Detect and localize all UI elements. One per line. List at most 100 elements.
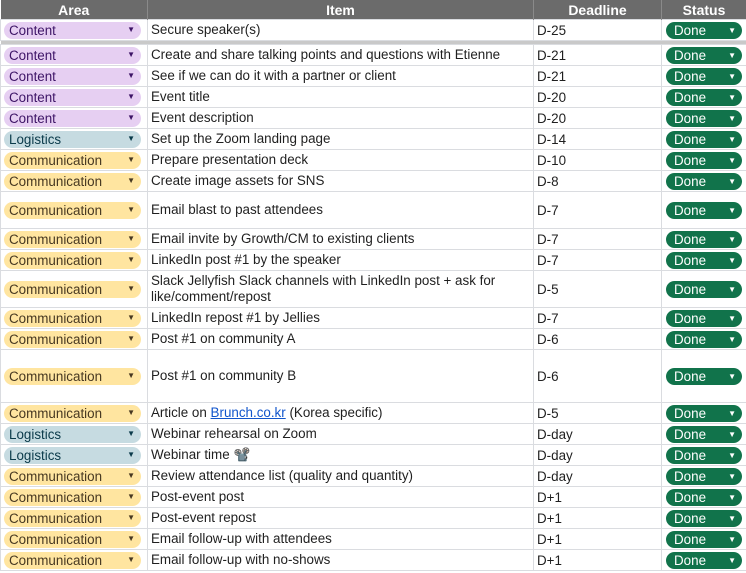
caret-down-icon[interactable]: ▼ xyxy=(728,451,736,460)
area-dropdown-chip[interactable]: Communication ▼ xyxy=(4,172,141,190)
deadline-cell[interactable]: D-10 xyxy=(533,149,662,171)
status-cell[interactable]: Done ▼ xyxy=(661,128,746,150)
caret-down-icon[interactable]: ▼ xyxy=(127,177,135,185)
status-dropdown-chip[interactable]: Done ▼ xyxy=(666,446,742,464)
area-dropdown-chip[interactable]: Communication ▼ xyxy=(4,367,141,385)
deadline-cell[interactable]: D-6 xyxy=(533,349,662,403)
deadline-cell[interactable]: D-7 xyxy=(533,228,662,250)
area-cell[interactable]: Communication ▼ xyxy=(0,328,148,350)
area-dropdown-chip[interactable]: Communication ▼ xyxy=(4,151,141,169)
caret-down-icon[interactable]: ▼ xyxy=(728,72,736,81)
item-cell[interactable]: See if we can do it with a partner or cl… xyxy=(147,65,534,87)
caret-down-icon[interactable]: ▼ xyxy=(127,409,135,417)
caret-down-icon[interactable]: ▼ xyxy=(728,409,736,418)
caret-down-icon[interactable]: ▼ xyxy=(728,114,736,123)
area-dropdown-chip[interactable]: Content ▼ xyxy=(4,109,141,127)
deadline-cell[interactable]: D-day xyxy=(533,423,662,445)
caret-down-icon[interactable]: ▼ xyxy=(127,114,135,122)
area-cell[interactable]: Communication ▼ xyxy=(0,465,148,487)
status-dropdown-chip[interactable]: Done ▼ xyxy=(666,201,742,219)
deadline-cell[interactable]: D-25 xyxy=(533,19,662,41)
area-cell[interactable]: Content ▼ xyxy=(0,65,148,87)
item-cell[interactable]: Email invite by Growth/CM to existing cl… xyxy=(147,228,534,250)
caret-down-icon[interactable]: ▼ xyxy=(127,535,135,543)
area-cell[interactable]: Communication ▼ xyxy=(0,549,148,571)
area-dropdown-chip[interactable]: Communication ▼ xyxy=(4,488,141,506)
area-cell[interactable]: Communication ▼ xyxy=(0,402,148,424)
area-cell[interactable]: Communication ▼ xyxy=(0,149,148,171)
deadline-cell[interactable]: D-5 xyxy=(533,402,662,424)
caret-down-icon[interactable]: ▼ xyxy=(728,235,736,244)
area-cell[interactable]: Logistics ▼ xyxy=(0,128,148,150)
status-dropdown-chip[interactable]: Done ▼ xyxy=(666,280,742,298)
item-cell[interactable]: LinkedIn repost #1 by Jellies xyxy=(147,307,534,329)
area-cell[interactable]: Communication ▼ xyxy=(0,307,148,329)
status-dropdown-chip[interactable]: Done ▼ xyxy=(666,530,742,548)
caret-down-icon[interactable]: ▼ xyxy=(127,472,135,480)
status-dropdown-chip[interactable]: Done ▼ xyxy=(666,151,742,169)
status-cell[interactable]: Done ▼ xyxy=(661,486,746,508)
item-cell[interactable]: Post #1 on community A xyxy=(147,328,534,350)
caret-down-icon[interactable]: ▼ xyxy=(127,493,135,501)
status-cell[interactable]: Done ▼ xyxy=(661,307,746,329)
caret-down-icon[interactable]: ▼ xyxy=(728,51,736,60)
item-cell[interactable]: Article on Brunch.co.kr (Korea specific) xyxy=(147,402,534,424)
area-dropdown-chip[interactable]: Communication ▼ xyxy=(4,309,141,327)
area-cell[interactable]: Communication ▼ xyxy=(0,191,148,229)
header-area[interactable]: Area xyxy=(0,0,148,20)
caret-down-icon[interactable]: ▼ xyxy=(728,472,736,481)
status-dropdown-chip[interactable]: Done ▼ xyxy=(666,367,742,385)
caret-down-icon[interactable]: ▼ xyxy=(728,556,736,565)
caret-down-icon[interactable]: ▼ xyxy=(127,556,135,564)
area-dropdown-chip[interactable]: Communication ▼ xyxy=(4,251,141,269)
deadline-cell[interactable]: D-5 xyxy=(533,270,662,308)
status-dropdown-chip[interactable]: Done ▼ xyxy=(666,230,742,248)
status-dropdown-chip[interactable]: Done ▼ xyxy=(666,130,742,148)
header-deadline[interactable]: Deadline xyxy=(533,0,662,20)
status-dropdown-chip[interactable]: Done ▼ xyxy=(666,404,742,422)
status-cell[interactable]: Done ▼ xyxy=(661,228,746,250)
item-cell[interactable]: LinkedIn post #1 by the speaker xyxy=(147,249,534,271)
status-cell[interactable]: Done ▼ xyxy=(661,191,746,229)
status-cell[interactable]: Done ▼ xyxy=(661,465,746,487)
area-cell[interactable]: Communication ▼ xyxy=(0,528,148,550)
item-cell[interactable]: Slack Jellyfish Slack channels with Link… xyxy=(147,270,534,308)
status-cell[interactable]: Done ▼ xyxy=(661,349,746,403)
deadline-cell[interactable]: D-21 xyxy=(533,65,662,87)
status-cell[interactable]: Done ▼ xyxy=(661,528,746,550)
status-dropdown-chip[interactable]: Done ▼ xyxy=(666,551,742,569)
item-cell[interactable]: Email blast to past attendees xyxy=(147,191,534,229)
item-cell[interactable]: Webinar rehearsal on Zoom xyxy=(147,423,534,445)
status-cell[interactable]: Done ▼ xyxy=(661,65,746,87)
caret-down-icon[interactable]: ▼ xyxy=(127,26,135,34)
deadline-cell[interactable]: D+1 xyxy=(533,507,662,529)
status-dropdown-chip[interactable]: Done ▼ xyxy=(666,109,742,127)
area-dropdown-chip[interactable]: Logistics ▼ xyxy=(4,130,141,148)
area-cell[interactable]: Content ▼ xyxy=(0,107,148,129)
item-cell[interactable]: Post-event repost xyxy=(147,507,534,529)
area-dropdown-chip[interactable]: Logistics ▼ xyxy=(4,425,141,443)
caret-down-icon[interactable]: ▼ xyxy=(127,72,135,80)
caret-down-icon[interactable]: ▼ xyxy=(728,372,736,381)
status-dropdown-chip[interactable]: Done ▼ xyxy=(666,21,742,39)
status-dropdown-chip[interactable]: Done ▼ xyxy=(666,488,742,506)
area-dropdown-chip[interactable]: Communication ▼ xyxy=(4,467,141,485)
item-cell[interactable]: Create and share talking points and ques… xyxy=(147,44,534,66)
status-cell[interactable]: Done ▼ xyxy=(661,549,746,571)
caret-down-icon[interactable]: ▼ xyxy=(728,335,736,344)
area-dropdown-chip[interactable]: Content ▼ xyxy=(4,21,141,39)
caret-down-icon[interactable]: ▼ xyxy=(728,514,736,523)
area-cell[interactable]: Communication ▼ xyxy=(0,270,148,308)
status-dropdown-chip[interactable]: Done ▼ xyxy=(666,330,742,348)
caret-down-icon[interactable]: ▼ xyxy=(127,156,135,164)
deadline-cell[interactable]: D-20 xyxy=(533,86,662,108)
deadline-cell[interactable]: D+1 xyxy=(533,549,662,571)
item-cell[interactable]: Review attendance list (quality and quan… xyxy=(147,465,534,487)
status-cell[interactable]: Done ▼ xyxy=(661,402,746,424)
item-cell[interactable]: Post #1 on community B xyxy=(147,349,534,403)
caret-down-icon[interactable]: ▼ xyxy=(728,156,736,165)
status-dropdown-chip[interactable]: Done ▼ xyxy=(666,467,742,485)
status-dropdown-chip[interactable]: Done ▼ xyxy=(666,425,742,443)
item-cell[interactable]: Post-event post xyxy=(147,486,534,508)
area-dropdown-chip[interactable]: Communication ▼ xyxy=(4,509,141,527)
